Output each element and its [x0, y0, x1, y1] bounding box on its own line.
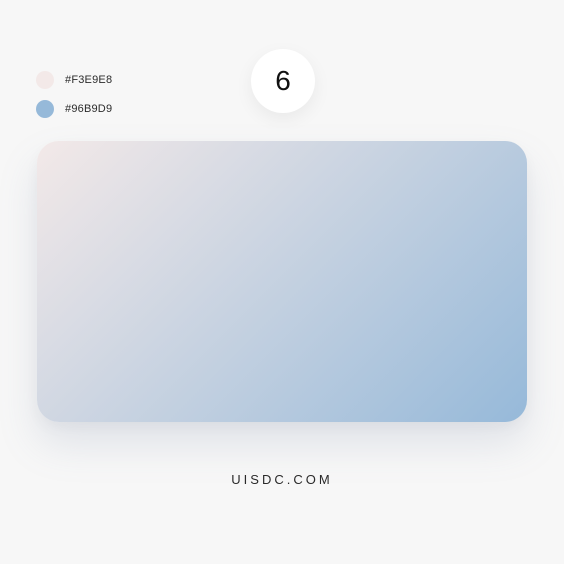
swatch-row-1: #F3E9E8 [36, 70, 112, 90]
palette-number-badge: 6 [251, 49, 315, 113]
site-watermark: UISDC.COM [231, 472, 333, 487]
swatch-color-dot [36, 71, 54, 89]
swatch-hex-label: #F3E9E8 [65, 74, 113, 86]
swatch-hex-label: #96B9D9 [65, 103, 113, 115]
gradient-preview-card [37, 141, 527, 422]
swatch-row-2: #96B9D9 [36, 99, 112, 119]
swatch-color-dot [36, 100, 54, 118]
